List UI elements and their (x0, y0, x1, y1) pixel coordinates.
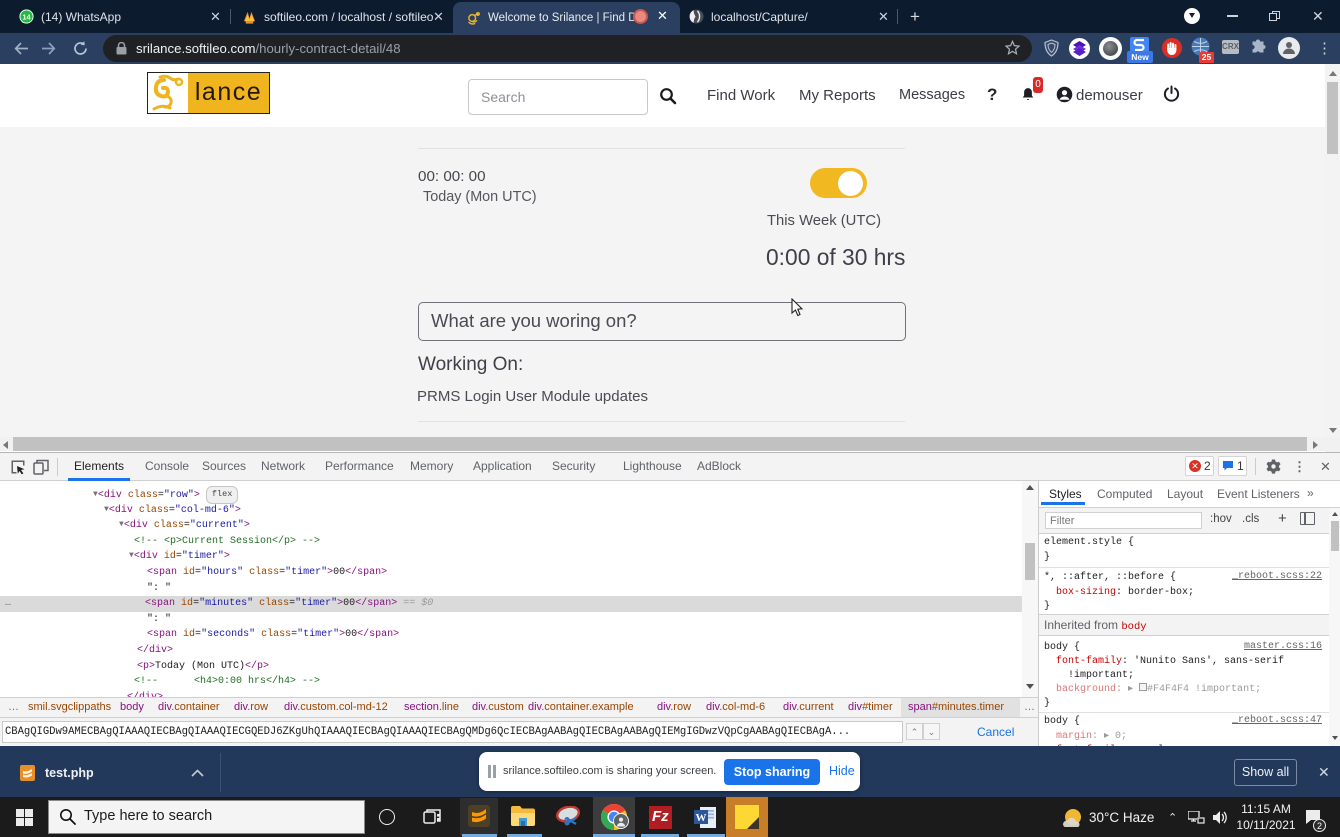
svg-text:W: W (696, 812, 707, 824)
svg-text:14: 14 (22, 12, 31, 21)
